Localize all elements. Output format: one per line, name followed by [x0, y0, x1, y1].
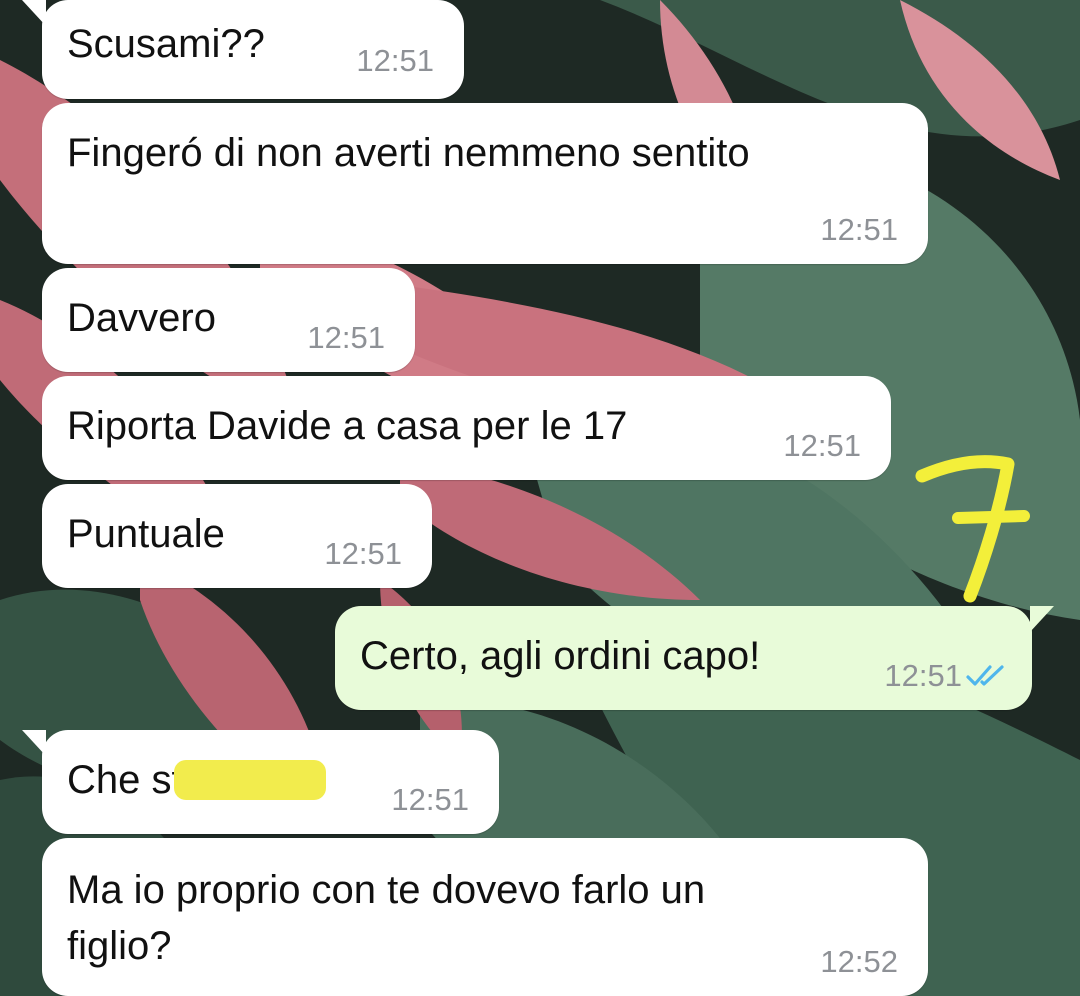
bubble-tail — [22, 0, 46, 26]
message-timestamp: 12:52 — [820, 944, 898, 979]
message-text: Riporta Davide a casa per le 17 — [67, 404, 628, 448]
message-timestamp: 12:51 — [356, 43, 434, 78]
bubble-tail — [22, 730, 46, 756]
redaction-marker — [174, 760, 326, 800]
message-timestamp: 12:51 — [324, 536, 402, 571]
message-bubble-incoming[interactable]: Riporta Davide a casa per le 17 12:51 — [42, 376, 891, 480]
message-timestamp: 12:51 — [783, 428, 861, 463]
message-timestamp: 12:51 — [307, 320, 385, 355]
message-bubble-incoming[interactable]: Scusami?? 12:51 — [42, 0, 464, 99]
handwritten-seven-annotation — [915, 455, 1030, 603]
read-receipt-icon — [966, 665, 1004, 686]
message-bubble-incoming[interactable]: Puntuale 12:51 — [42, 484, 432, 588]
message-text: Fingeró di non averti nemmeno sentito — [67, 131, 750, 175]
message-bubble-outgoing[interactable]: Certo, agli ordini capo! 12:51 — [335, 606, 1032, 710]
message-timestamp: 12:51 — [391, 782, 469, 817]
message-bubble-incoming[interactable]: Davvero 12:51 — [42, 268, 415, 372]
message-text: Ma io proprio con te dovevo farlo un fig… — [67, 868, 706, 968]
message-timestamp: 12:51 — [820, 212, 898, 247]
message-timestamp: 12:51 — [884, 658, 962, 693]
message-bubble-incoming[interactable]: Fingeró di non averti nemmeno sentito 12… — [42, 103, 928, 264]
message-bubble-incoming[interactable]: Ma io proprio con te dovevo farlo un fig… — [42, 838, 928, 996]
